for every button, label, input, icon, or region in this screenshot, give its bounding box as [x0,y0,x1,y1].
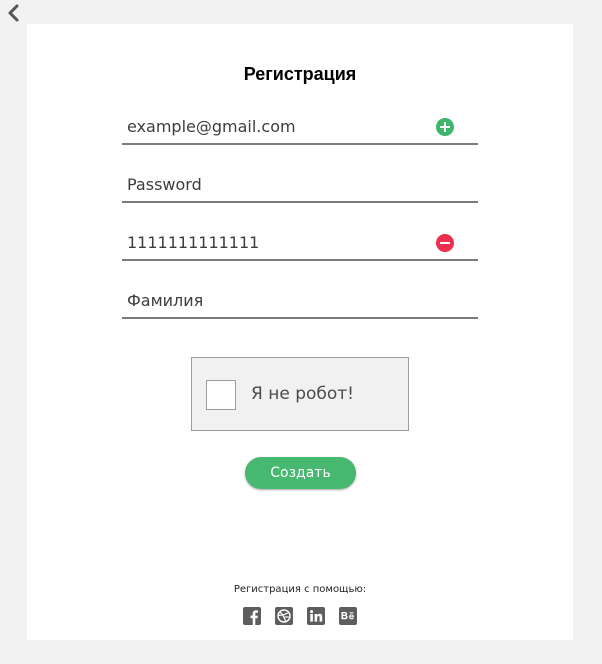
chevron-left-icon [8,4,19,22]
email-field [122,109,478,145]
phone-field [122,225,478,261]
social-caption: Регистрация с помощью: [233,584,367,595]
surname-input[interactable] [127,287,417,313]
facebook-icon[interactable] [243,607,261,625]
back-button[interactable] [4,2,24,24]
dribbble-icon[interactable] [275,607,293,625]
captcha-box: Я не робот! [191,357,409,431]
linkedin-icon[interactable] [307,607,325,625]
password-input[interactable] [127,171,417,197]
plus-circle-icon[interactable] [436,118,454,136]
registration-card: Регистрация Я не робот! Создать Регистра… [27,24,573,640]
email-input[interactable] [127,113,417,139]
captcha-label: Я не робот! [251,384,354,404]
page-title: Регистрация [243,64,357,84]
password-field [122,167,478,203]
surname-field [122,283,478,319]
captcha-checkbox[interactable] [206,380,236,410]
behance-icon[interactable] [339,607,357,625]
create-button[interactable]: Создать [245,457,356,489]
phone-input[interactable] [127,229,417,255]
minus-circle-icon[interactable] [436,234,454,252]
